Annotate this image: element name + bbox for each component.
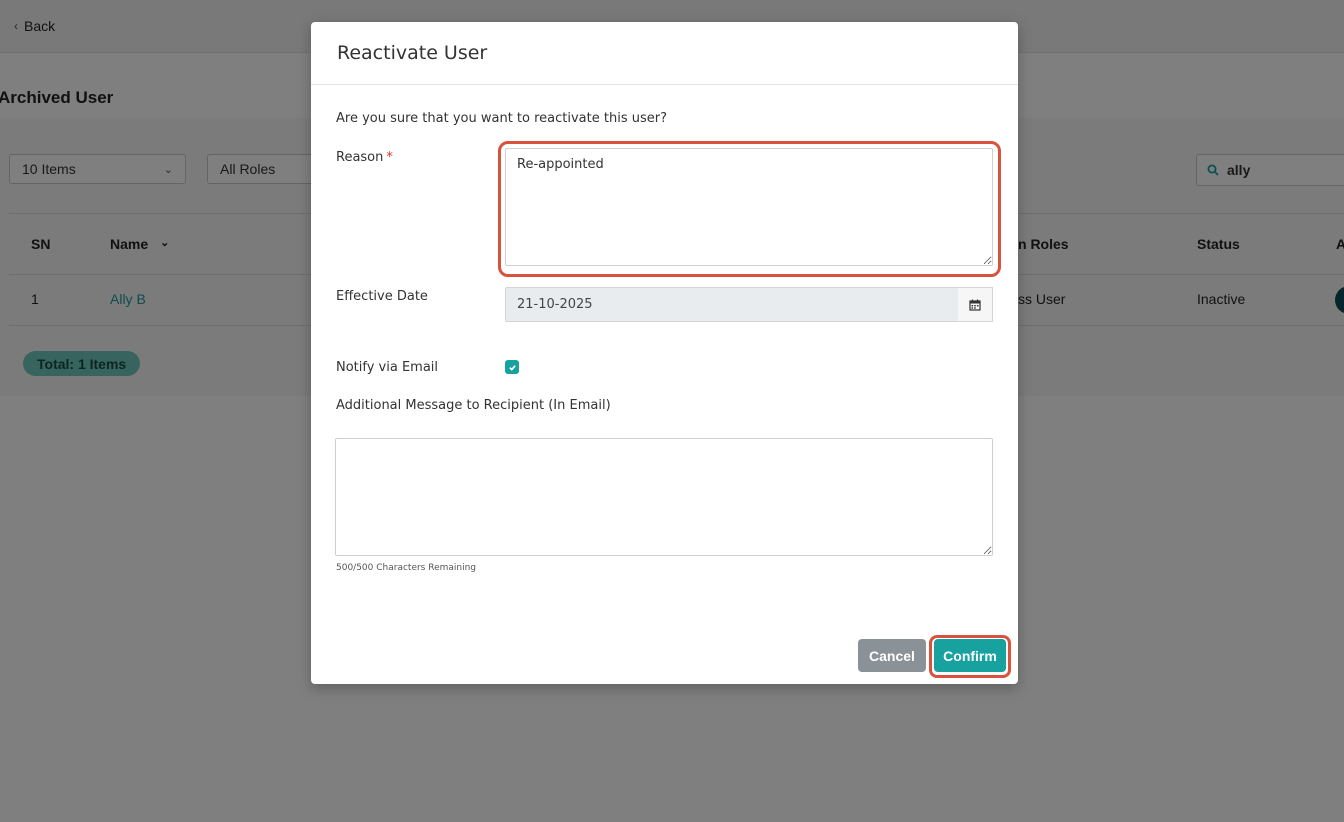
notify-email-checkbox[interactable]	[505, 360, 519, 374]
effective-date-label: Effective Date	[336, 289, 428, 304]
effective-date-value: 21-10-2025	[517, 297, 593, 312]
calendar-icon	[969, 299, 981, 311]
reason-label-text: Reason	[336, 150, 384, 165]
additional-message-textarea[interactable]	[335, 438, 993, 556]
char-remaining-counter: 500/500 Characters Remaining	[336, 563, 477, 573]
cancel-button[interactable]: Cancel	[858, 639, 926, 672]
check-icon	[508, 364, 516, 371]
required-marker: *	[386, 150, 393, 165]
reason-label: Reason *	[336, 150, 393, 165]
dialog-header: Reactivate User	[311, 22, 1018, 85]
confirmation-question: Are you sure that you want to reactivate…	[336, 111, 667, 126]
dialog-title: Reactivate User	[337, 42, 488, 64]
reactivate-user-dialog: Reactivate User Are you sure that you wa…	[311, 22, 1018, 684]
calendar-button[interactable]	[958, 287, 993, 322]
confirm-button[interactable]: Confirm	[934, 639, 1006, 672]
additional-message-label: Additional Message to Recipient (In Emai…	[336, 398, 611, 413]
effective-date-input: 21-10-2025	[505, 287, 959, 322]
notify-email-label: Notify via Email	[336, 360, 439, 375]
reason-textarea[interactable]: Re-appointed	[505, 148, 993, 266]
